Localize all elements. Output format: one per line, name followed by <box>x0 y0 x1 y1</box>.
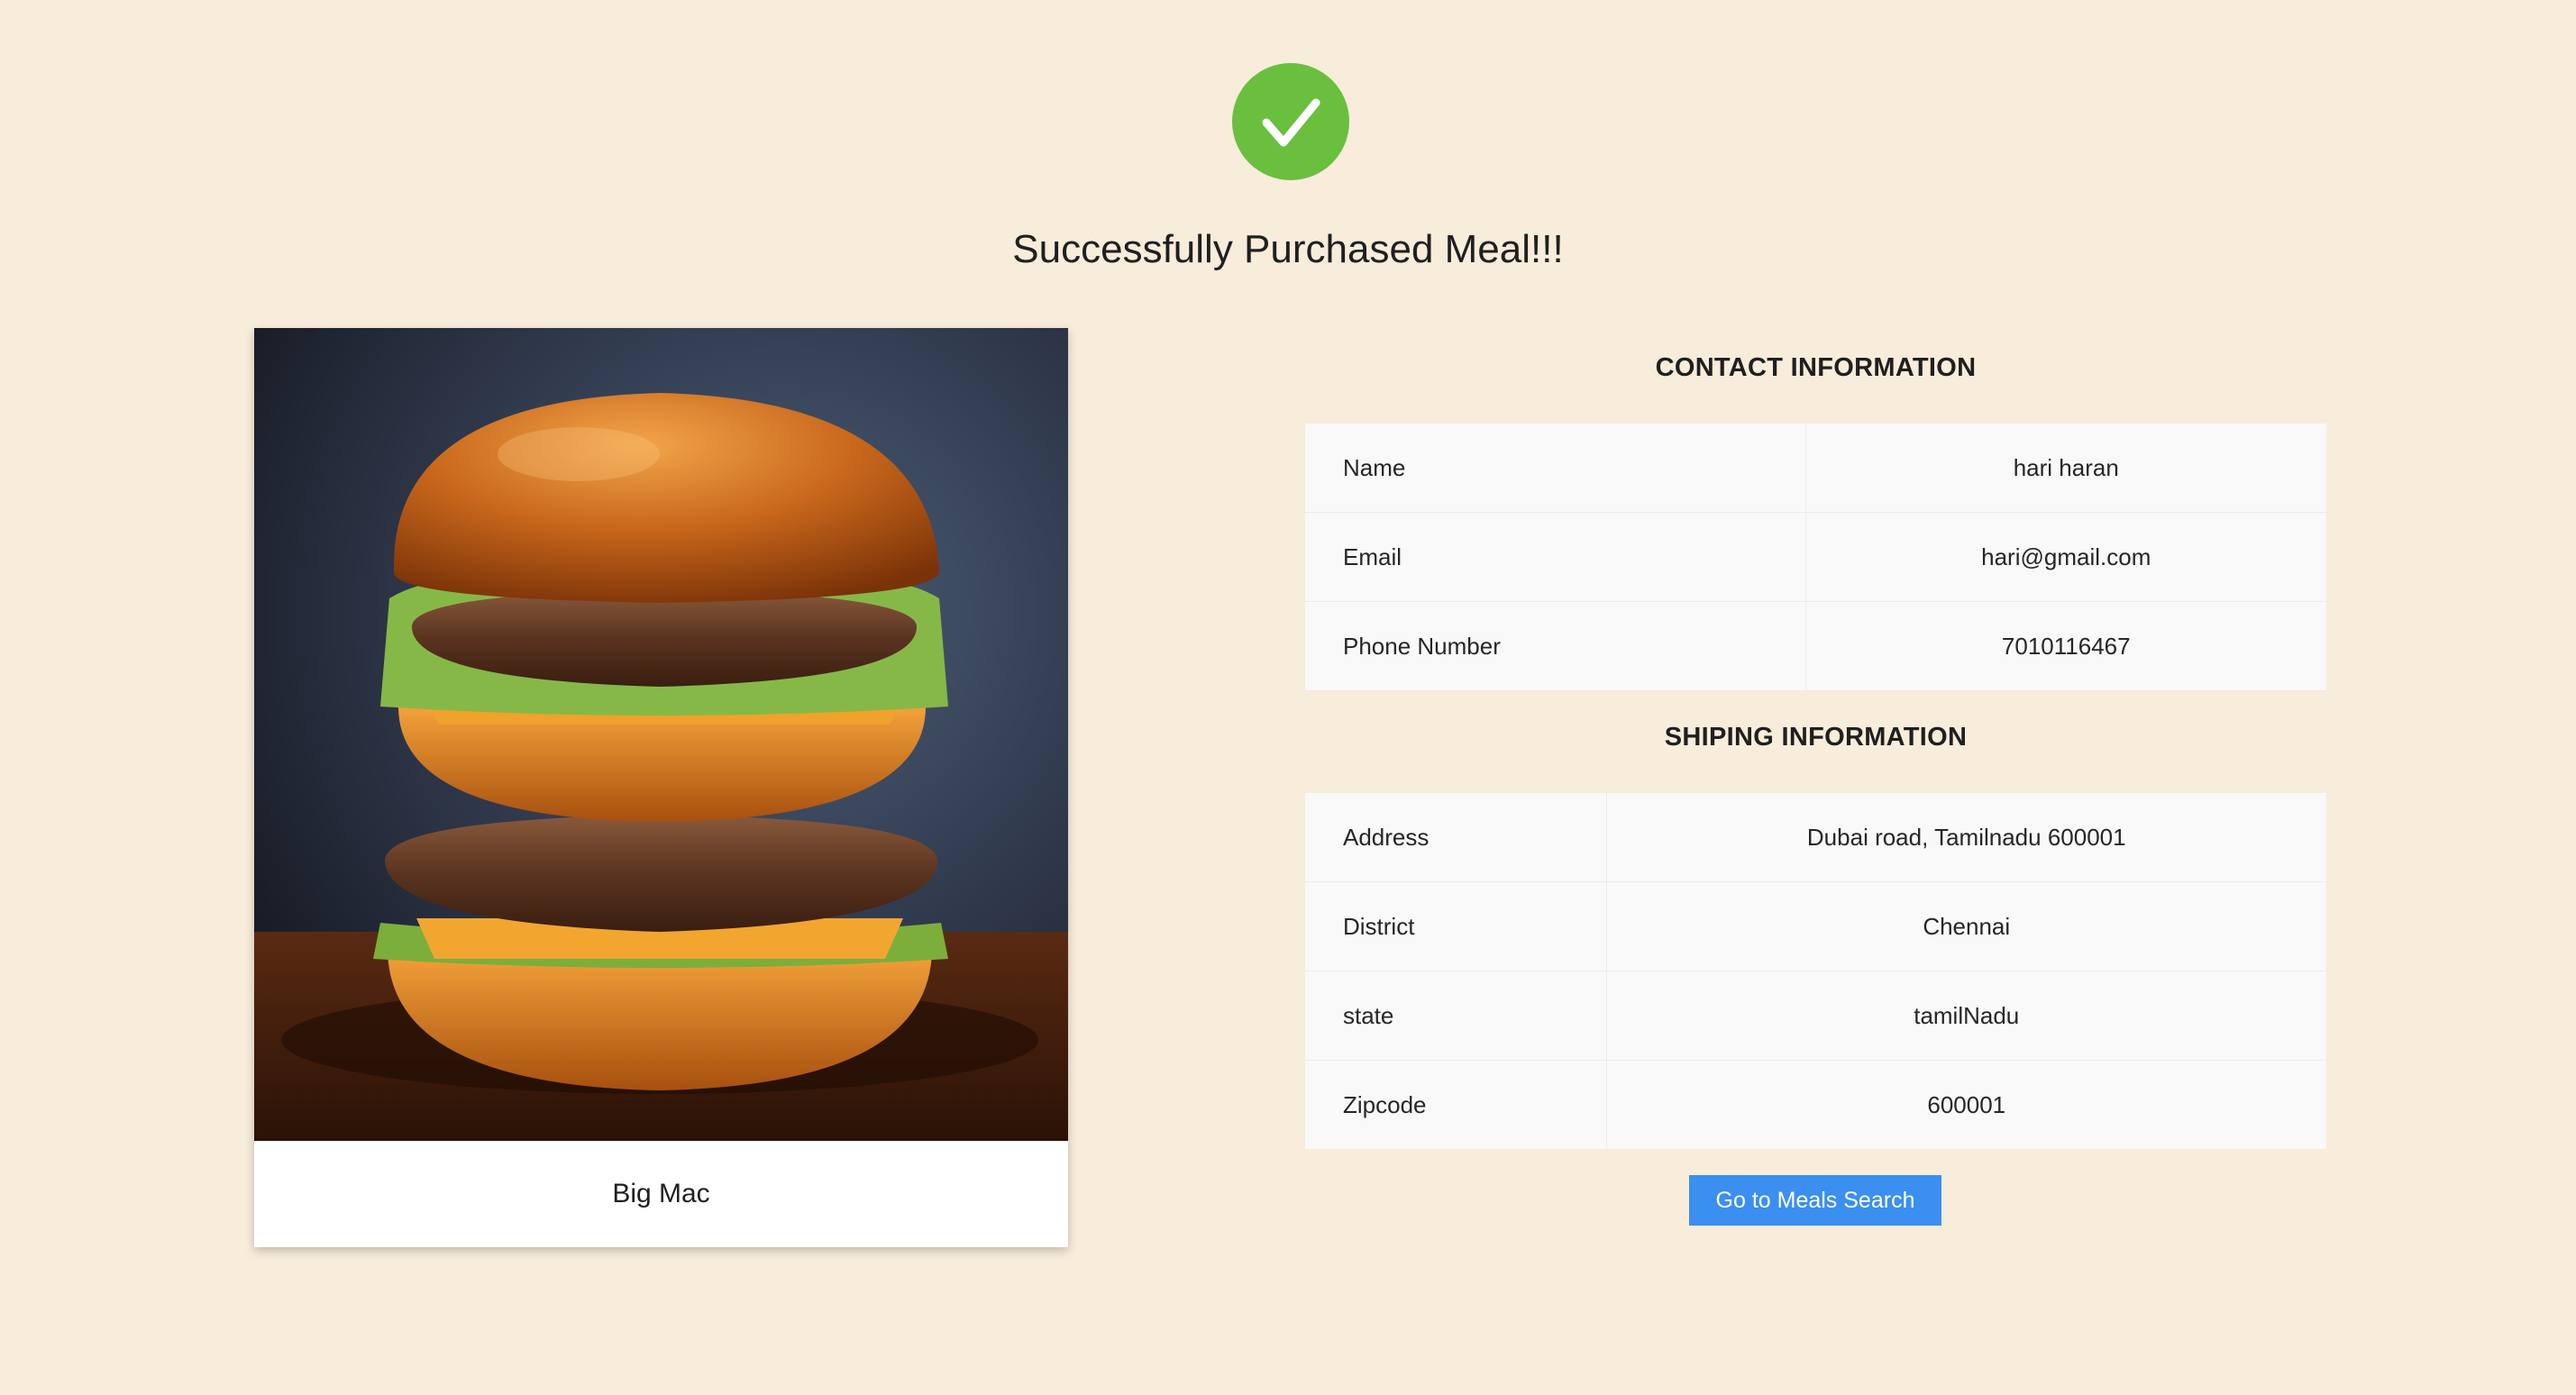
page-title: Successfully Purchased Meal!!! <box>1012 227 1564 271</box>
meal-card: Big Mac <box>254 328 1068 1247</box>
table-row: Email hari@gmail.com <box>1305 512 2326 602</box>
shipping-address-value: Dubai road, Tamilnadu 600001 <box>1606 793 2326 882</box>
contact-information-table: Name hari haran Email hari@gmail.com Pho… <box>1305 424 2326 690</box>
check-circle-icon <box>1232 63 1349 180</box>
table-row: District Chennai <box>1305 881 2326 971</box>
contact-information-heading: CONTACT INFORMATION <box>1655 353 1977 382</box>
shipping-state-label: state <box>1305 971 1607 1061</box>
table-row: Zipcode 600001 <box>1305 1060 2326 1149</box>
contact-name-label: Name <box>1305 424 1806 513</box>
table-row: Name hari haran <box>1305 424 2326 513</box>
shipping-information-heading: SHIPING INFORMATION <box>1664 723 1968 752</box>
checkmark-icon <box>1262 98 1320 147</box>
meal-name: Big Mac <box>612 1179 710 1208</box>
table-row: Address Dubai road, Tamilnadu 600001 <box>1305 793 2326 882</box>
meal-image <box>254 328 1068 1141</box>
table-row: state tamilNadu <box>1305 971 2326 1061</box>
contact-phone-value: 7010116467 <box>2001 632 2131 660</box>
shipping-zipcode-value: 600001 <box>1927 1090 2006 1118</box>
shipping-district-value: Chennai <box>1606 881 2326 971</box>
go-to-meals-search-button[interactable]: Go to Meals Search <box>1689 1175 1941 1226</box>
shipping-address-label: Address <box>1305 793 1607 882</box>
table-row: Phone Number 7010116467 <box>1305 601 2326 690</box>
contact-phone-label: Phone Number <box>1305 601 1806 690</box>
contact-name-value: hari haran <box>1805 424 2326 513</box>
shipping-zipcode-label: Zipcode <box>1305 1060 1607 1149</box>
contact-email-label: Email <box>1305 512 1806 602</box>
shipping-information-table: Address Dubai road, Tamilnadu 600001 Dis… <box>1305 793 2326 1149</box>
contact-email-value: hari@gmail.com <box>1805 512 2326 602</box>
shipping-state-value: tamilNadu <box>1606 971 2326 1061</box>
shipping-district-label: District <box>1305 881 1607 971</box>
